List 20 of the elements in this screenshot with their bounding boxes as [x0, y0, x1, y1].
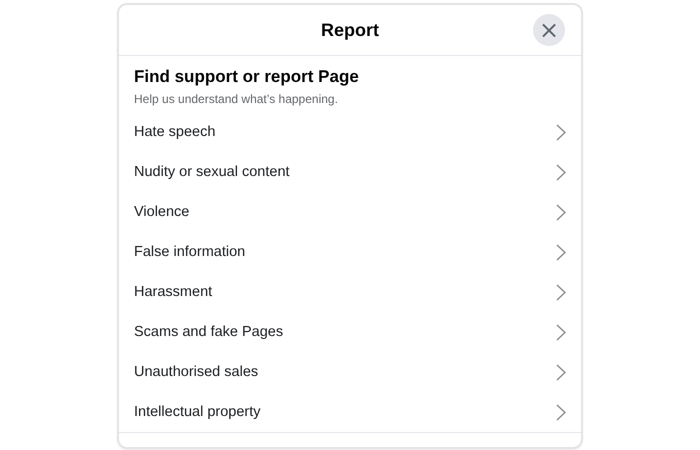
- chevron-right-icon: [556, 244, 566, 260]
- chevron-right-icon: [556, 364, 566, 380]
- chevron-right-icon: [556, 164, 566, 180]
- section-subheading: Help us understand what’s happening.: [134, 92, 339, 106]
- chevron-right-icon: [556, 324, 566, 340]
- chevron-right-icon: [556, 404, 566, 420]
- report-option[interactable]: Unauthorised sales: [119, 352, 581, 392]
- section-heading: Find support or report Page: [134, 67, 360, 87]
- chevron-right-icon: [556, 204, 566, 220]
- report-option[interactable]: Hate speech: [119, 112, 581, 152]
- report-option[interactable]: Scams and fake Pages: [119, 312, 581, 352]
- report-option[interactable]: Intellectual property: [119, 392, 581, 432]
- dialog-title: Report: [321, 20, 379, 40]
- close-button[interactable]: ×: [533, 14, 565, 46]
- report-option[interactable]: Harassment: [119, 272, 581, 312]
- report-option[interactable]: Nudity or sexual content: [119, 152, 581, 192]
- report-option[interactable]: Violence: [119, 192, 581, 232]
- chevron-right-icon: [556, 124, 566, 140]
- chevron-right-icon: [556, 284, 566, 300]
- report-option[interactable]: False information: [119, 232, 581, 272]
